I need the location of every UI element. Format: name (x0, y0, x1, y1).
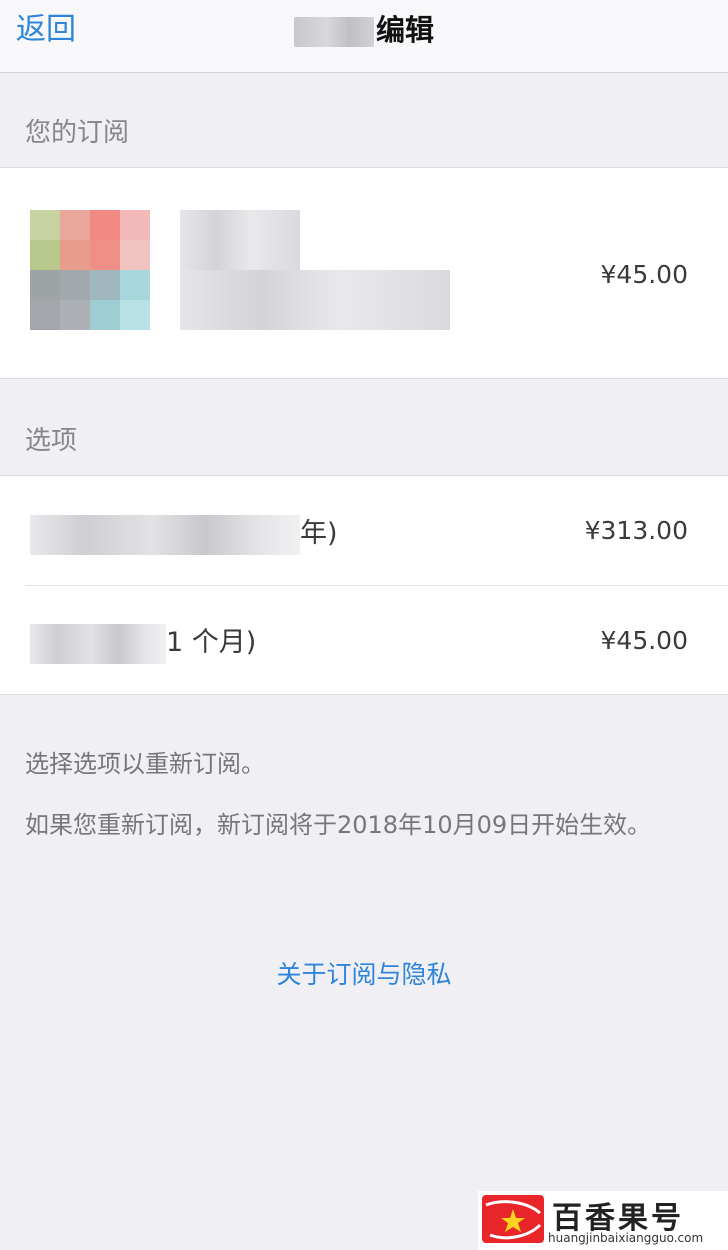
option-yearly-price: ¥313.00 (584, 516, 688, 545)
watermark-url: huangjinbaixiangguo.com (548, 1231, 704, 1245)
page-title: 编辑 (0, 8, 728, 52)
navigation-bar: 返回 编辑 (0, 0, 728, 73)
current-subscription-card[interactable]: ¥45.00 (0, 167, 728, 379)
redacted-text (30, 514, 300, 555)
app-detail-redacted (180, 270, 450, 330)
section-header-options: 选项 (25, 426, 78, 456)
page-title-text: 编辑 (375, 13, 434, 47)
app-icon-redacted (30, 210, 150, 330)
option-monthly-label: 1 个月) (30, 620, 256, 664)
options-list: 年) ¥313.00 1 个月) ¥45.00 (0, 475, 728, 695)
option-yearly[interactable]: 年) ¥313.00 (0, 476, 728, 585)
redacted-title-part (293, 17, 374, 47)
subscription-privacy-link[interactable]: 关于订阅与隐私 (0, 955, 728, 991)
option-monthly-price: ¥45.00 (600, 626, 688, 655)
star-swoosh-icon (485, 1200, 542, 1240)
current-subscription-price: ¥45.00 (600, 260, 688, 289)
option-monthly[interactable]: 1 个月) ¥45.00 (0, 586, 728, 694)
app-name-redacted (180, 210, 300, 270)
option-yearly-label: 年) (30, 511, 338, 555)
resubscribe-hint: 选择选项以重新订阅。 (25, 750, 265, 778)
watermark: 百香果号 huangjinbaixiangguo.com (478, 1191, 728, 1250)
watermark-logo-icon (482, 1195, 544, 1243)
section-header-your-subscription: 您的订阅 (25, 118, 130, 148)
effective-date-notice: 如果您重新订阅，新订阅将于2018年10月09日开始生效。 (25, 811, 652, 839)
redacted-text (30, 623, 166, 664)
